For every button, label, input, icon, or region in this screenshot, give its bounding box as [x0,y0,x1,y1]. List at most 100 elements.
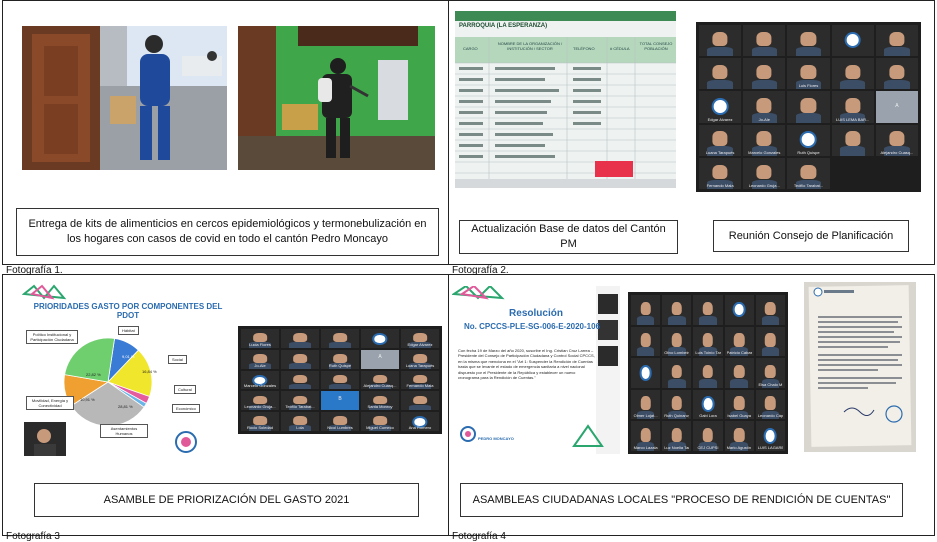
pie-label-cultural: Cultural [174,385,196,394]
participant-tile [281,349,319,369]
participant-tile: Ana Romero [401,412,439,431]
participant-name: Leonardo Gruja... [244,404,276,410]
spreadsheet-header-4: TOTAL CONSEJO POBLACIÓN [639,41,673,51]
participant-tile [875,25,918,57]
participant-name: Ruth Quinancy... [664,413,689,419]
video-meeting-assemblies: Olivo Lombeira Luis Toinío Tar... Patricio… [628,292,788,454]
pie-value-politico: 22,82 % [86,372,101,377]
caption-photo-3: ASAMBLE DE PRIORIZACIÓN DEL GASTO 2021 [34,483,419,517]
participant-name: Luana Tarapués [405,362,435,368]
participant-tile: Marcelo Gonzales [743,124,786,156]
photo-kit-delivery [22,26,227,170]
participant-name: Teófilo Tarabat... [793,183,824,188]
participant-tile [755,326,785,357]
caption-photo-4: ASAMBLEAS CIUDADANAS LOCALES "PROCESO DE… [460,483,903,517]
participant-name: Olivo Lombeira [664,350,690,356]
participant-tile [281,329,319,348]
photo-fumigation-image [238,26,435,170]
spreadsheet-grid [455,11,676,188]
participant-tile: CEJ CUPSI [693,421,723,451]
document-photo-graphic [804,282,916,452]
participant-name: Jo-Ale [254,362,266,368]
participant-tile [831,25,874,57]
participant-name: Luana Tarapués [705,149,735,155]
spreadsheet-header-1: NOMBRE DE LA ORGANIZACIÓN / INSTITUCIÓN … [497,41,563,51]
participant-tile: Ruth Quispe [321,349,359,369]
participant-tile [699,58,742,90]
participant-tile [281,370,319,390]
participant-tile: Patricio Cabasa... [724,326,754,357]
participant-tile [401,391,439,411]
participant-name: Mario Agustín H... [726,445,752,450]
participant-tile: B [321,391,359,411]
participant-tile [743,58,786,90]
participant-tile: Elsa Chalo M [755,358,785,388]
participant-name: Marcelo Gonzales [748,149,781,155]
participant-tile: Mario Agustín H... [724,421,754,451]
participant-tile: Jo-Ale [241,349,279,369]
participant-tile: Teófilo Tarabat... [787,157,830,189]
pie-value-asentamientos: 28,81 % [118,404,133,409]
participant-name: Rocio Soledad [246,424,274,430]
resolution-number: No. CPCCS-PLE-SG-006-E-2020-106 [463,322,601,331]
participant-tile: Luz Noelia Tarz... [662,421,692,451]
participant-name: Alejandro Cuasq... [363,383,397,389]
resolution-slide: Resolución No. CPCCS-PLE-SG-006-E-2020-1… [452,286,620,454]
participant-tile [755,295,785,325]
participant-tile: Lola [281,412,319,431]
participant-name: Olmer Lojat... [633,413,658,419]
spreadsheet-header-0: CARGO [463,46,478,51]
participant-tile: Edgar Alvarez [401,329,439,348]
resolution-body: Con fecha 19 de Marzo del año 2020, susc… [458,348,595,380]
participant-name: Marco Lazala [633,445,658,450]
participant-tile: Jo-Ale [743,91,786,123]
photo-spreadsheet: PARROQUIA (LA ESPERANZA) CARGO NOMBRE DE… [455,11,676,188]
label-photo-4: Fotografía 4 [452,531,506,542]
photo-kit-delivery-image [22,26,227,170]
caption-photo-2a: Actualización Base de datos del Cantón P… [459,220,678,254]
participant-tile [831,58,874,90]
participant-tile: Nicol Lumbres [321,412,359,431]
participant-name: B [338,395,342,402]
participant-tile [662,358,692,388]
photo-fumigation [238,26,435,170]
resolution-logo-text: PEDRO MONCAYO [478,436,514,441]
pie-value-habitat: 9,01 % [122,354,135,359]
participant-name: Leonardo Cáp... [757,413,783,419]
pie-label-economico: Económico [172,404,200,413]
pie-label-habitat: Hábitat [118,326,139,335]
participant-tile [699,25,742,57]
participant-name: LUIS LAGARES [757,445,783,450]
participant-tile: Luis Flores [787,58,830,90]
participant-tile: A [361,349,399,369]
participant-tile: Leonardo Gruja... [743,157,786,189]
resolution-title: Resolución [509,308,563,319]
pie-value-movilidad: 10,91 % [80,397,95,402]
participant-name: Elsa Chalo M [758,381,783,387]
participant-tile: Miguel Cumeco [361,412,399,431]
pie-chart-title: PRIORIDADES GASTO POR COMPONENTES DEL PD… [33,302,223,320]
participant-name: Edgar Alvarez [407,341,433,347]
caption-photo-2b: Reunión Consejo de Planificación [713,220,909,252]
participant-tile: Edgar Alvarez [699,91,742,123]
pie-label-social: Social [168,355,187,364]
participant-name: Lucia Flores [249,341,271,347]
participant-tile: Santa Monroy [361,391,399,411]
participant-tile [631,358,661,388]
participant-tile: Lucia Flores [241,329,279,348]
pie-value-social: 16,84 % [142,369,157,374]
participant-name: Fernando Mala [406,383,434,389]
participant-name: Patricio Cabasa... [726,350,752,356]
participant-tile: Luis Toinío Tar... [693,326,723,357]
photo-official-document [804,282,916,452]
participant-name: Nicol Lumbres [327,424,353,430]
participant-name: Leonardo Gruja... [748,183,780,188]
label-photo-1: Fotografía 1. [6,265,63,276]
participant-tile: Olmer Lojat... [631,389,661,420]
participant-name: A [895,102,899,109]
caption-photo-1: Entrega de kits de alimenticios en cerco… [16,208,439,256]
participant-tile [875,58,918,90]
participant-tile [693,295,723,325]
participant-tile: Fernando Mala [401,370,439,390]
participant-name: Alejandro Cuasq... [880,149,914,155]
